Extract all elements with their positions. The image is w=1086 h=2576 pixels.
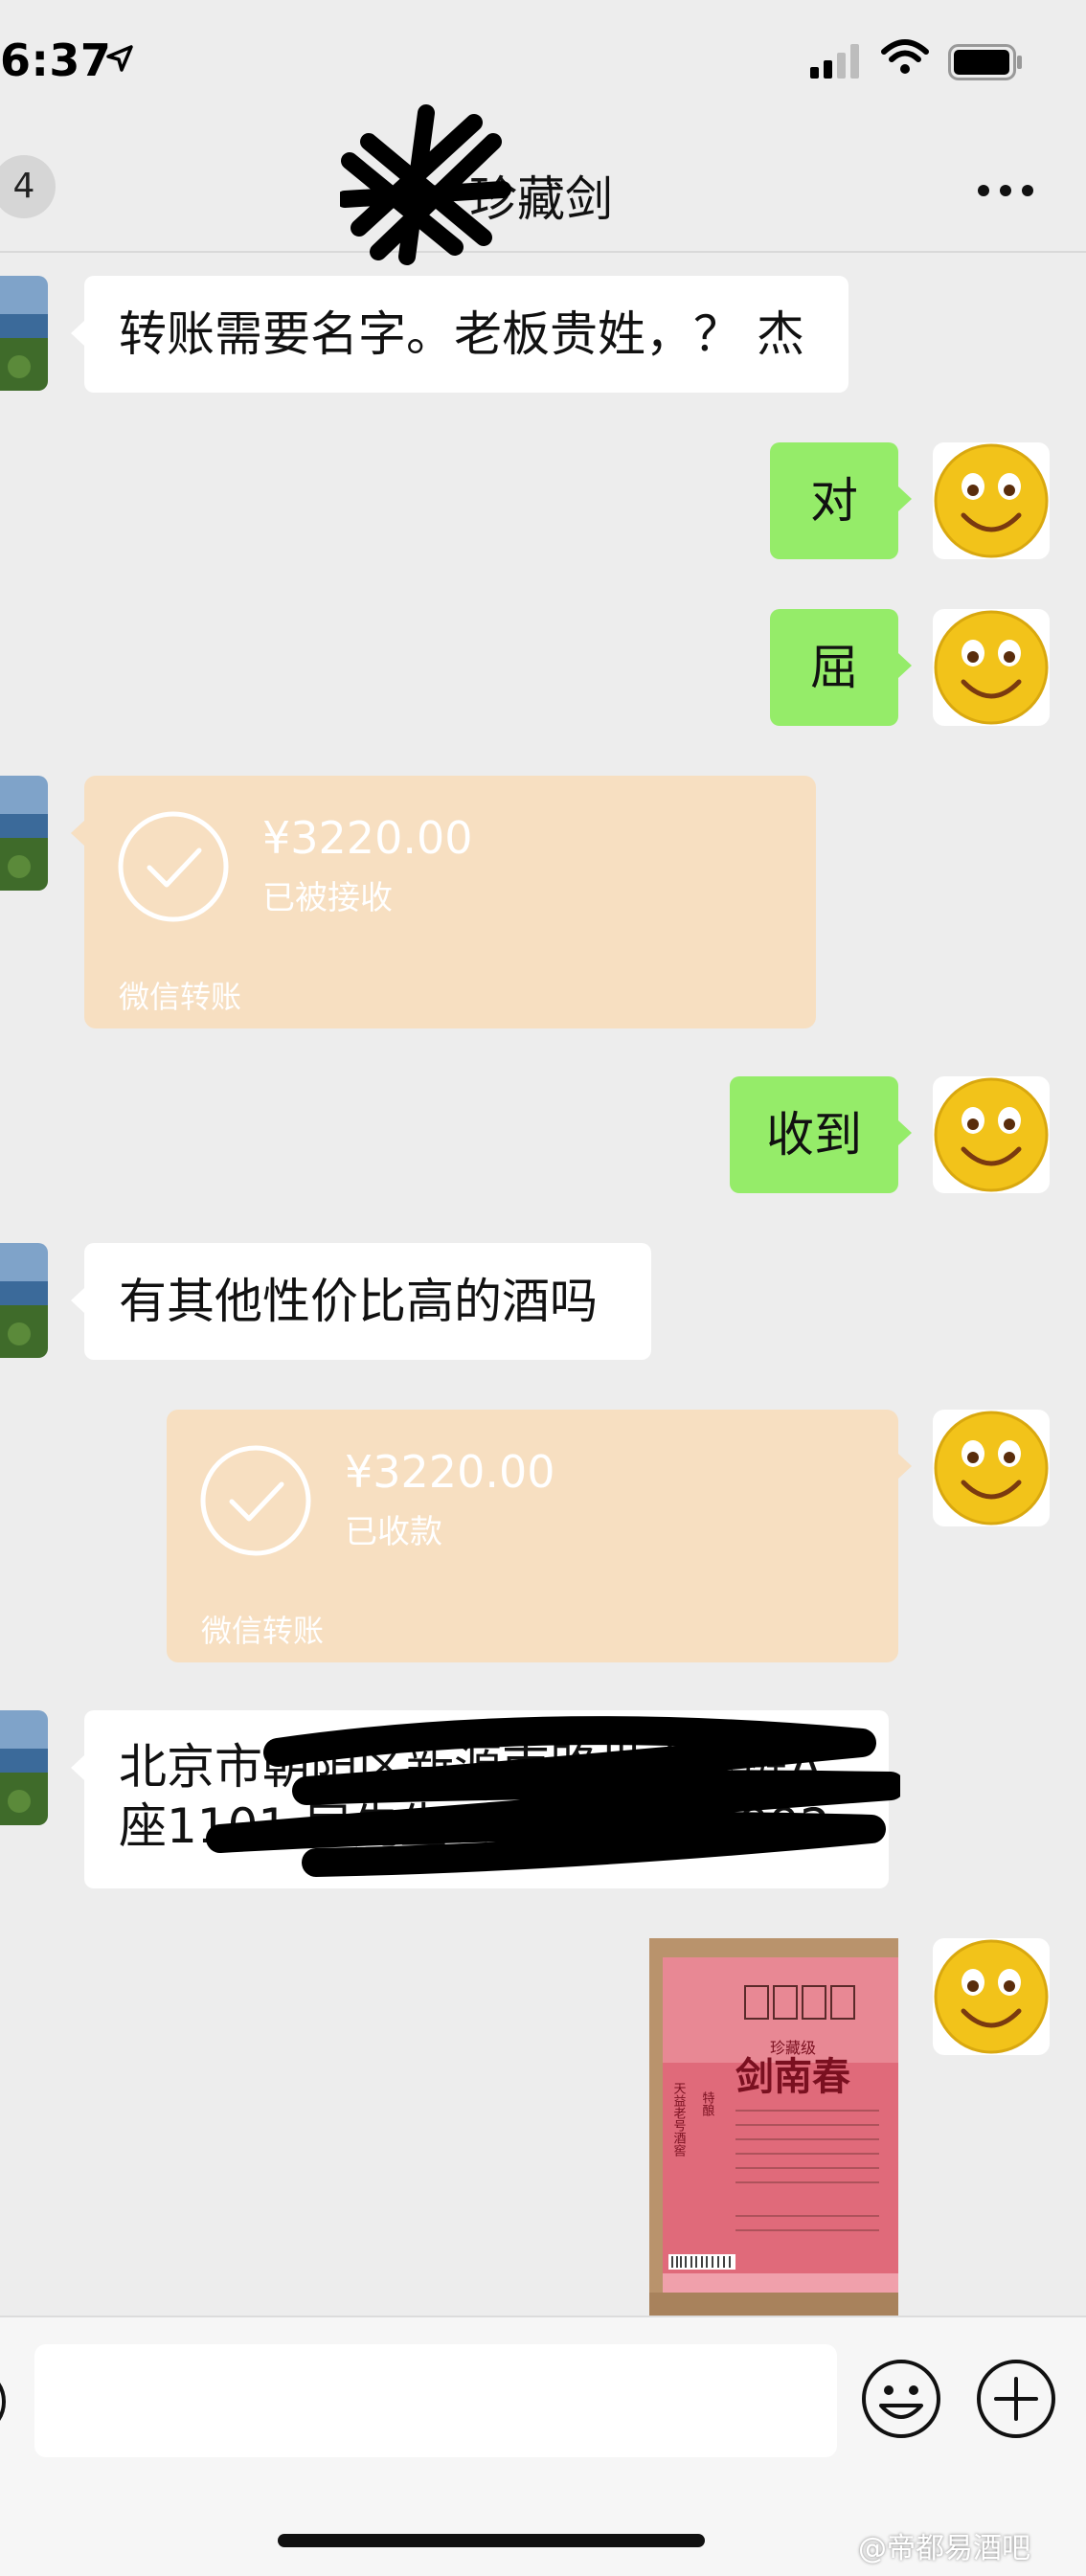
battery-icon [948,44,1022,80]
home-indicator [278,2534,705,2547]
transfer-amount: ¥3220.00 [262,812,473,864]
cellular-signal-icon [810,44,859,79]
transfer-card[interactable]: ¥3220.00 已收款 微信转账 [167,1410,898,1662]
redaction-scribble [206,1716,900,1877]
my-avatar[interactable] [933,609,1050,726]
bubble-tail [898,1454,912,1479]
my-avatar[interactable] [933,1938,1050,2055]
status-time: 6:37 [0,34,112,86]
bubble-tail [898,1120,912,1145]
bubble-tail [71,321,84,346]
contact-avatar[interactable] [0,1243,48,1358]
bubble-tail [898,486,912,511]
message-bubble-sent[interactable]: 对 [770,442,898,559]
watermark: @帝都易酒吧 [858,2532,1030,2565]
contact-avatar[interactable] [0,276,48,391]
message-input[interactable] [34,2344,837,2457]
check-circle-icon [200,1445,311,1556]
emoji-icon[interactable] [860,2358,942,2440]
box-special-label: 特酿 [700,2091,715,2116]
transfer-footer: 微信转账 [119,979,242,1015]
bubble-tail [898,653,912,678]
transfer-footer: 微信转账 [201,1613,325,1649]
my-avatar[interactable] [933,442,1050,559]
transfer-status: 已被接收 [262,879,393,917]
transfer-amount: ¥3220.00 [345,1446,555,1498]
bubble-tail [71,1755,84,1780]
my-avatar[interactable] [933,1410,1050,1526]
my-avatar[interactable] [933,1076,1050,1193]
add-more-icon[interactable] [975,2358,1057,2440]
box-side-label: 天益老号酒窖 [671,2082,687,2158]
message-bubble-sent[interactable]: 屈 [770,609,898,726]
photo-message[interactable]: 珍藏级 剑南春 天益老号酒窖 特酿 [649,1938,898,2316]
message-bubble[interactable]: 转账需要名字。老板贵姓，？ 杰 [84,276,848,393]
message-bubble-sent[interactable]: 收到 [730,1076,898,1193]
bubble-tail [71,1288,84,1313]
wifi-icon [881,39,929,74]
box-brand-name: 剑南春 [735,2054,850,2099]
message-bubble[interactable]: 有其他性价比高的酒吗 [84,1243,651,1360]
location-arrow-icon [106,45,133,72]
transfer-card[interactable]: ¥3220.00 已被接收 微信转账 [84,776,816,1028]
voice-icon[interactable] [0,2365,6,2438]
contact-avatar[interactable] [0,776,48,891]
transfer-status: 已收款 [345,1513,442,1551]
check-circle-icon [118,811,229,922]
more-options-icon[interactable] [977,184,1034,197]
bubble-tail [71,821,84,846]
contact-avatar[interactable] [0,1710,48,1825]
redaction-scribble [340,104,511,265]
